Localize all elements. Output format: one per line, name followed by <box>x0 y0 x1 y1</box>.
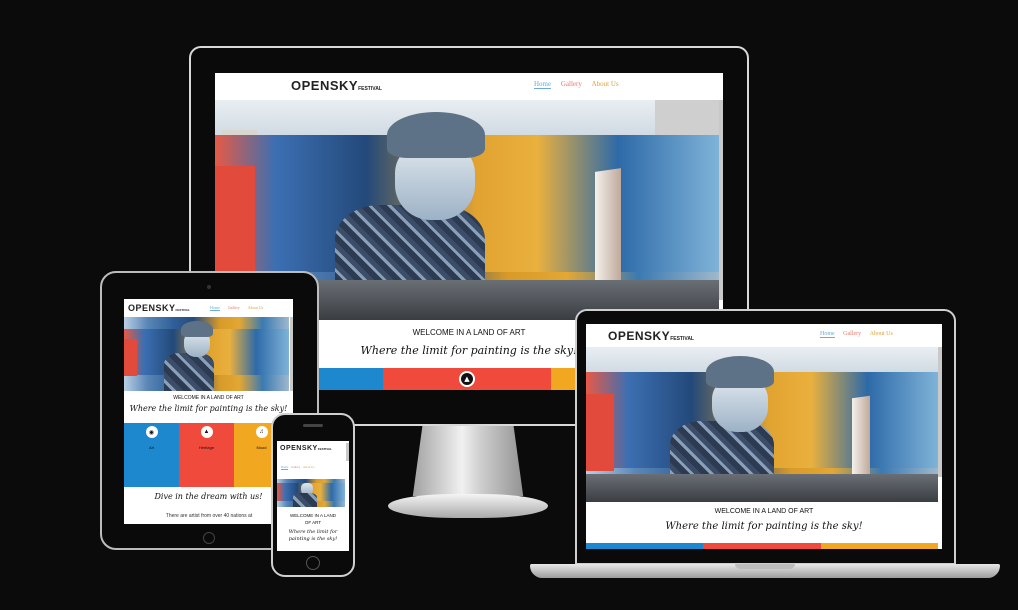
scrollbar[interactable] <box>346 443 349 461</box>
hero-figure-shirt <box>164 353 214 391</box>
feature-heritage <box>703 543 821 549</box>
scrollbar[interactable] <box>938 347 942 477</box>
logo-sub: FESTIVAL <box>670 336 694 342</box>
scrollbar[interactable] <box>290 317 293 391</box>
logo-main: OPENSKY <box>280 445 318 452</box>
nav-about[interactable]: About Us <box>870 331 893 337</box>
feature-columns: ◉ Art ▲ Heritage ♫ Mood <box>124 423 289 487</box>
logo-main: OPENSKY <box>128 303 176 313</box>
logo-main: OPENSKY <box>608 329 671 343</box>
scrollbar[interactable] <box>719 100 723 300</box>
welcome-heading: WELCOME IN A LAND OF ART <box>714 508 814 515</box>
phone-home-button[interactable] <box>306 556 320 570</box>
hero-road <box>586 474 938 502</box>
laptop-notch <box>735 564 795 569</box>
nav-home[interactable]: Home <box>820 331 835 338</box>
feature-heritage: ▲ <box>383 368 551 390</box>
nav-gallery[interactable]: Gallery <box>291 465 300 469</box>
hero-mural-red <box>215 166 256 276</box>
nav-gallery[interactable]: Gallery <box>228 305 240 310</box>
nav-gallery[interactable]: Gallery <box>561 80 582 88</box>
navbar: OPENSKYFESTIVAL Home Gallery About Us <box>586 324 942 347</box>
navbar: OPENSKYFESTIVAL Home Gallery About Us <box>277 441 349 470</box>
hero-mural-red <box>124 339 138 377</box>
logo[interactable]: OPENSKYFESTIVAL <box>280 445 332 452</box>
monitor-stand <box>412 426 524 496</box>
building-icon: ▲ <box>200 426 213 438</box>
logo-main: OPENSKY <box>291 78 359 93</box>
tablet-home-button[interactable] <box>203 532 215 544</box>
hero-figure-beanie <box>181 321 213 337</box>
dive-heading: Dive in the dream with us! <box>154 492 263 501</box>
nav-about[interactable]: About Us <box>248 305 263 310</box>
welcome-heading: WELCOME IN A LAND OF ART <box>173 395 244 401</box>
logo-sub: FESTIVAL <box>358 86 382 92</box>
nav-links: Home Gallery About Us <box>534 80 619 89</box>
hero-figure-shirt <box>293 493 317 507</box>
music-icon: ♫ <box>255 426 268 438</box>
phone-speaker <box>303 424 323 427</box>
nav-about[interactable]: About Us <box>303 465 315 469</box>
nav-links: Home Gallery About Us <box>210 305 263 311</box>
laptop-screen: OPENSKYFESTIVAL Home Gallery About Us WE… <box>586 324 942 549</box>
artists-text: There are artist from over 40 nations at <box>165 513 253 519</box>
logo-sub: FESTIVAL <box>317 447 333 451</box>
logo[interactable]: OPENSKYFESTIVAL <box>128 303 190 313</box>
feature-band <box>586 543 938 549</box>
building-icon: ▲ <box>459 371 475 387</box>
logo[interactable]: OPENSKYFESTIVAL <box>608 329 694 343</box>
feature-art: ◉ Art <box>124 423 179 487</box>
feature-heritage: ▲ Heritage <box>179 423 234 487</box>
nav-about[interactable]: About Us <box>592 80 619 88</box>
nav-links: Home Gallery About Us <box>820 331 893 338</box>
feature-title: Heritage <box>198 445 215 450</box>
feature-title: Art <box>148 445 155 450</box>
nav-home[interactable]: Home <box>281 465 289 470</box>
feature-mood <box>820 543 938 549</box>
logo[interactable]: OPENSKYFESTIVAL <box>291 78 382 93</box>
hero-canvas <box>852 395 870 483</box>
tablet-screen: OPENSKYFESTIVAL Home Gallery About Us WE… <box>124 299 293 524</box>
navbar: OPENSKYFESTIVAL Home Gallery About Us <box>124 299 293 317</box>
monitor-stand-base <box>388 494 548 518</box>
phone-screen: OPENSKYFESTIVAL Home Gallery About Us WE… <box>277 441 349 551</box>
tablet-camera <box>207 285 211 289</box>
palette-icon: ◉ <box>145 426 158 438</box>
tagline: Where the limit for painting is the sky! <box>129 404 288 413</box>
hero-mural-red <box>586 393 615 471</box>
tagline: Where the limit for painting is the sky! <box>665 521 863 532</box>
nav-links: Home Gallery About Us <box>281 465 314 470</box>
nav-gallery[interactable]: Gallery <box>843 331 861 337</box>
nav-home[interactable]: Home <box>210 305 220 311</box>
tagline: Where the limit for painting is the sky! <box>288 529 338 542</box>
hero-image <box>586 347 938 502</box>
hero-canvas <box>595 168 621 292</box>
hero-figure-beanie <box>706 356 774 388</box>
feature-art <box>586 543 704 549</box>
logo-sub: FESTIVAL <box>175 308 190 312</box>
nav-home[interactable]: Home <box>534 80 552 89</box>
navbar: OPENSKYFESTIVAL Home Gallery About Us <box>215 73 723 100</box>
hero-image <box>277 479 345 507</box>
welcome-heading: WELCOME IN A LAND OF ART <box>289 513 336 525</box>
hero-figure-beanie <box>387 112 485 158</box>
hero-image <box>124 317 289 391</box>
